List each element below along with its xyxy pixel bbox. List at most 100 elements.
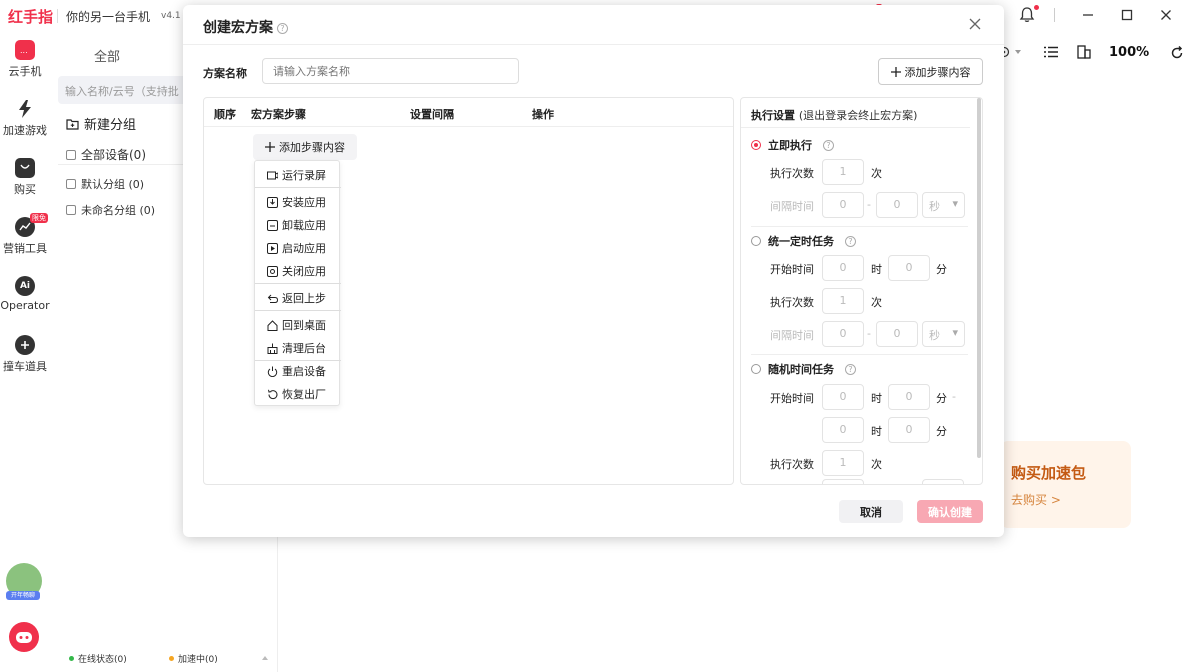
add-step-button[interactable]: 添加步骤内容	[878, 58, 983, 85]
sidebar-item-accelerate[interactable]: 加速游戏	[0, 99, 50, 138]
sidebar-item-props[interactable]: 撞车道具	[0, 335, 50, 374]
cancel-button[interactable]: 取消	[839, 500, 903, 523]
sidebar-item-cloud-phone[interactable]: ... 云手机	[0, 40, 50, 79]
option-random[interactable]: 随机时间任务?	[751, 361, 856, 377]
menu-item-label: 关闭应用	[282, 265, 326, 278]
new-group-button[interactable]: 新建分组	[66, 114, 136, 133]
list-icon[interactable]	[1044, 46, 1058, 58]
menu-divider	[255, 283, 341, 284]
status-online-label: 在线状态(0)	[78, 655, 127, 665]
scheme-name-input[interactable]	[262, 58, 519, 84]
menu-item-back[interactable]: 返回上步	[267, 290, 326, 306]
start-hour-input[interactable]: 0	[822, 255, 864, 281]
menu-item-clean[interactable]: 清理后台	[267, 340, 326, 356]
option-immediate[interactable]: 立即执行?	[751, 137, 834, 153]
menu-item-install[interactable]: 安装应用	[267, 194, 326, 210]
group-item-unnamed[interactable]: 未命名分组 (0)	[66, 202, 155, 218]
record-icon	[267, 171, 278, 179]
menu-item-home[interactable]: 回到桌面	[267, 317, 326, 333]
checkbox[interactable]	[66, 179, 76, 189]
confirm-create-button[interactable]: 确认创建	[917, 500, 983, 523]
help-icon[interactable]: ?	[845, 363, 856, 375]
add-step-inline-button[interactable]: 添加步骤内容	[253, 134, 357, 160]
end-hour-input[interactable]: 0	[822, 417, 864, 443]
help-icon[interactable]: ?	[823, 139, 834, 151]
multi-window-icon[interactable]	[1077, 45, 1091, 59]
end-minute-input[interactable]: 0	[888, 417, 930, 443]
close-window-button[interactable]	[1154, 4, 1178, 26]
promo-card[interactable]: 购买加速包 去购买 >	[1000, 441, 1131, 528]
install-icon	[267, 196, 278, 208]
interval-unit-select: 秒	[922, 321, 965, 347]
exec-count-label: 执行次数	[770, 296, 814, 309]
create-macro-dialog: 创建宏方案? 方案名称 添加步骤内容 顺序 宏方案步骤 设置间隔 操作 添加步骤…	[183, 5, 1004, 537]
refresh-icon[interactable]	[1170, 46, 1184, 60]
range-dash: -	[952, 390, 956, 403]
exec-count-label: 执行次数	[770, 167, 814, 180]
close-icon[interactable]	[967, 16, 983, 32]
exec-count-input[interactable]: 1	[822, 450, 864, 476]
menu-item-record[interactable]: 运行录屏	[267, 167, 326, 183]
assistant-avatar[interactable]	[9, 622, 39, 652]
exec-count-input[interactable]: 1	[822, 288, 864, 314]
sidebar-item-label: Operator	[0, 299, 50, 312]
sidebar-item-label: 加速游戏	[3, 124, 47, 137]
menu-item-factory-reset[interactable]: 恢复出厂	[267, 386, 326, 402]
radio-random[interactable]	[751, 364, 761, 374]
option-scheduled[interactable]: 统一定时任务?	[751, 233, 856, 249]
sidebar-item-marketing[interactable]: 限免 营销工具	[0, 213, 50, 256]
menu-item-launch[interactable]: 启动应用	[267, 240, 326, 256]
sidebar-item-operator[interactable]: Ai Operator	[0, 276, 50, 312]
start-minute-input[interactable]: 0	[888, 384, 930, 410]
robot-icon	[16, 632, 32, 643]
help-icon[interactable]: ?	[277, 22, 288, 34]
maximize-button[interactable]	[1115, 4, 1139, 26]
ai-icon: Ai	[15, 276, 35, 296]
group-item-all[interactable]: 全部设备(0)	[66, 146, 146, 163]
menu-item-close-app[interactable]: 关闭应用	[267, 263, 326, 279]
menu-divider	[255, 187, 341, 188]
phone-icon: ...	[15, 40, 35, 60]
radio-scheduled[interactable]	[751, 236, 761, 246]
interval-min-input	[822, 479, 864, 484]
promo-link[interactable]: 去购买 >	[1011, 491, 1061, 508]
sidebar-item-label: 购买	[14, 183, 36, 196]
group-label: 全部设备(0)	[81, 148, 146, 162]
zoom-level[interactable]: 100%	[1109, 45, 1149, 60]
start-hour-input[interactable]: 0	[822, 384, 864, 410]
sidebar-item-buy[interactable]: 购买	[0, 158, 50, 197]
interval-label: 间隔时间	[770, 200, 814, 213]
status-accelerating: 加速中(0)	[169, 652, 218, 665]
collapse-icon[interactable]	[262, 655, 268, 660]
free-badge: 限免	[30, 213, 48, 223]
unit-hour: 时	[871, 425, 882, 438]
step-type-menu: 运行录屏 安装应用 卸载应用 启动应用 关闭应用 返回上步 回到桌面 清理后台 …	[254, 160, 341, 406]
menu-item-uninstall[interactable]: 卸载应用	[267, 217, 326, 233]
radio-immediate[interactable]	[751, 140, 761, 150]
group-item-default[interactable]: 默认分组 (0)	[66, 176, 144, 192]
exec-subtitle: (退出登录会终止宏方案)	[798, 109, 918, 122]
checkbox[interactable]	[66, 149, 76, 160]
scrollbar[interactable]	[977, 98, 981, 458]
start-minute-input[interactable]: 0	[888, 255, 930, 281]
steps-table-header: 顺序 宏方案步骤 设置间隔 操作	[204, 98, 733, 127]
search-input[interactable]: 输入名称/云号（支持批	[58, 76, 198, 104]
minimize-button[interactable]	[1076, 4, 1100, 26]
chevron-down-icon[interactable]	[1015, 50, 1021, 54]
option-label: 统一定时任务	[768, 235, 834, 248]
column-header: 宏方案步骤	[251, 108, 306, 121]
exec-count-input[interactable]: 1	[822, 159, 864, 185]
help-icon[interactable]: ?	[845, 235, 856, 247]
checkbox[interactable]	[66, 205, 76, 215]
unit-minute: 分	[936, 425, 947, 438]
bell-icon[interactable]	[1018, 6, 1036, 24]
menu-item-reboot[interactable]: 重启设备	[267, 363, 326, 379]
tab-all[interactable]: 全部	[94, 46, 120, 65]
column-header: 顺序	[214, 108, 236, 121]
unit-minute: 分	[936, 263, 947, 276]
scheme-name-label: 方案名称	[203, 67, 247, 80]
close-app-icon	[267, 265, 278, 277]
sidebar-item-label: 云手机	[8, 65, 42, 78]
shopping-bag-icon	[15, 158, 35, 178]
folder-plus-icon	[66, 118, 79, 130]
